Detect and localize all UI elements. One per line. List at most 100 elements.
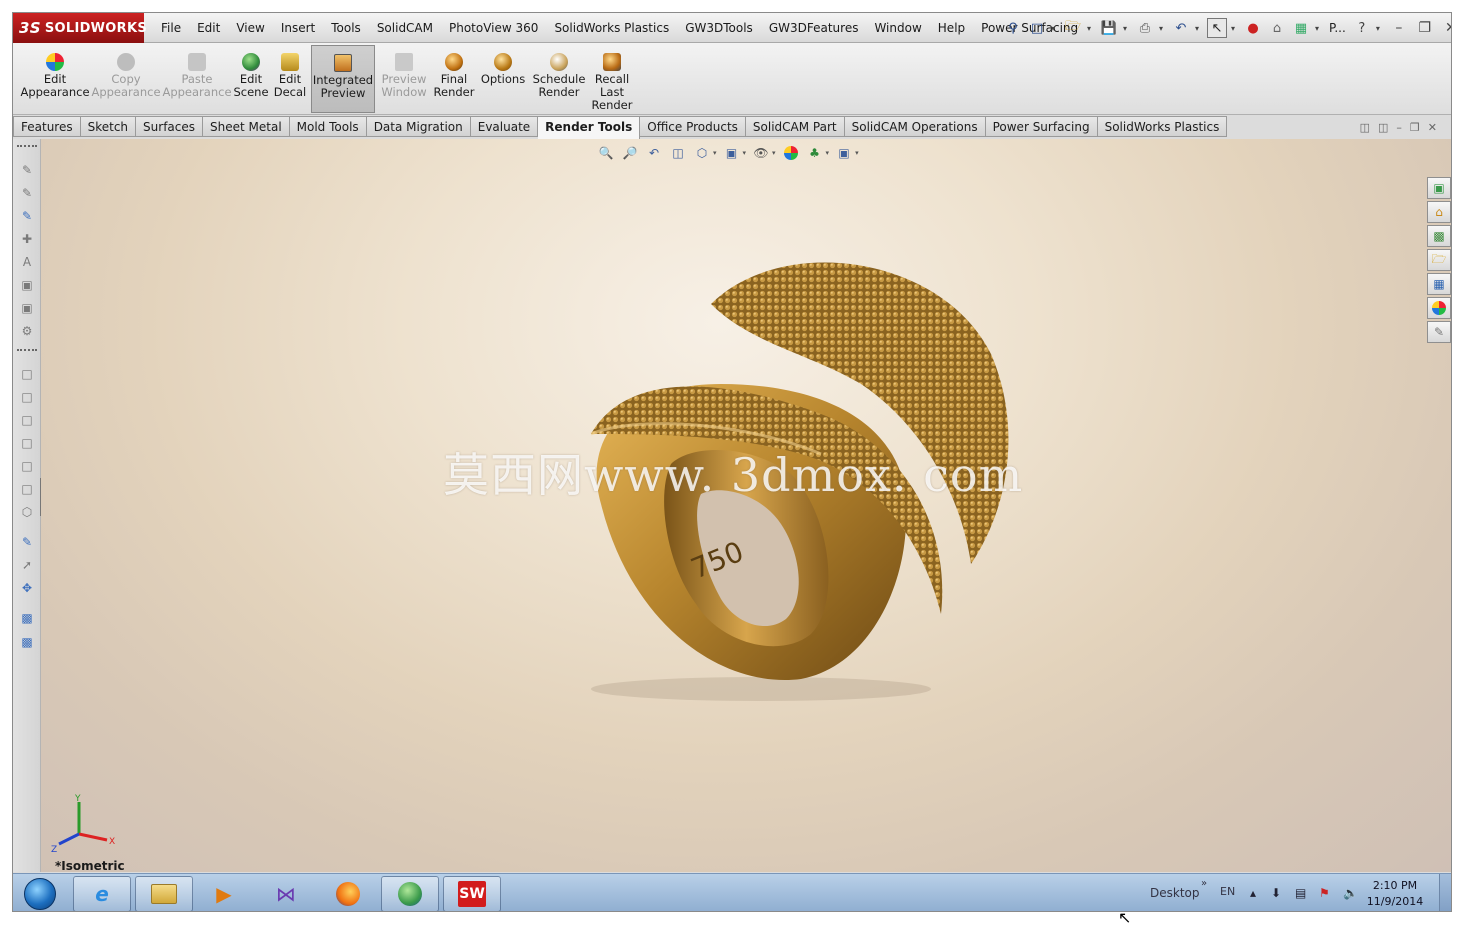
menu-file[interactable]: File <box>153 13 189 43</box>
home-icon[interactable]: ⌂ <box>1427 201 1451 223</box>
menu-edit[interactable]: Edit <box>189 13 228 43</box>
schedule-render-button[interactable]: Schedule Render <box>531 45 587 113</box>
tab-sheet-metal[interactable]: Sheet Metal <box>203 116 290 137</box>
tab-render-tools[interactable]: Render Tools <box>538 116 641 139</box>
solidworks-resources-icon[interactable]: ▣ <box>1427 177 1451 199</box>
open-folder-icon[interactable]: 🗁 <box>1063 18 1083 38</box>
start-button[interactable] <box>17 875 63 911</box>
print-icon[interactable]: ⎙ <box>1135 18 1155 38</box>
tab-solidworks-plastics[interactable]: SolidWorks Plastics <box>1097 116 1228 137</box>
edit-scene-button[interactable]: Edit Scene <box>233 45 269 113</box>
menu-gw3dtools[interactable]: GW3DTools <box>677 13 761 43</box>
view-top-icon[interactable]: □ <box>18 457 36 475</box>
view-palette-icon[interactable]: ▦ <box>1427 273 1451 295</box>
hide-show-items-icon[interactable]: 👁 <box>752 145 770 161</box>
select-arrow-icon[interactable]: ↖ <box>1207 18 1227 38</box>
menu-solidcam[interactable]: SolidCAM <box>369 13 441 43</box>
desktop-toolbar-label[interactable]: Desktop <box>1150 886 1200 900</box>
select-dropdown-icon[interactable]: ▾ <box>1231 24 1239 33</box>
appearances-scenes-icon[interactable] <box>1427 297 1451 319</box>
view-front-icon[interactable]: □ <box>18 365 36 383</box>
options-icon[interactable]: ▦ <box>1291 18 1311 38</box>
edit-decal-button[interactable]: Edit Decal <box>273 45 307 113</box>
tab-sketch[interactable]: Sketch <box>80 116 137 137</box>
tab-office-products[interactable]: Office Products <box>640 116 746 137</box>
smart-dimension-icon[interactable]: ➚ <box>18 556 36 574</box>
print-dropdown-icon[interactable]: ▾ <box>1159 24 1167 33</box>
sketch-pencil-icon[interactable]: ✎ <box>18 533 36 551</box>
menu-insert[interactable]: Insert <box>273 13 323 43</box>
previous-view-icon[interactable]: ↶ <box>645 145 663 161</box>
doc-close-icon[interactable]: ✕ <box>1428 121 1437 134</box>
menu-window[interactable]: Window <box>866 13 929 43</box>
tile-vertical-icon[interactable]: ◫ <box>1378 121 1388 134</box>
show-hidden-icons-icon[interactable]: ▴ <box>1250 886 1256 900</box>
file-explorer-icon[interactable] <box>135 876 193 911</box>
tab-features[interactable]: Features <box>13 116 81 137</box>
view-left-icon[interactable]: □ <box>18 411 36 429</box>
layer-two-icon[interactable]: ▩ <box>18 633 36 651</box>
view-isometric-icon[interactable]: ⬡ <box>18 503 36 521</box>
display-style-dropdown-icon[interactable]: ▾ <box>743 149 747 157</box>
rebuild-traffic-light-icon[interactable]: ● <box>1243 18 1263 38</box>
menu-tools[interactable]: Tools <box>323 13 369 43</box>
help-icon[interactable]: ? <box>1352 18 1372 38</box>
display-style-icon[interactable]: ▣ <box>723 145 741 161</box>
apply-scene-dropdown-icon[interactable]: ▾ <box>826 149 830 157</box>
sketch-relation-icon[interactable]: ⚙ <box>18 322 36 340</box>
options-button[interactable]: Options <box>480 45 526 113</box>
new-document-icon[interactable]: □ <box>1027 18 1047 38</box>
doc-minimize-icon[interactable]: – <box>1396 121 1402 134</box>
tab-solidcam-part[interactable]: SolidCAM Part <box>745 116 845 137</box>
sketch-copy-icon[interactable]: ▣ <box>18 276 36 294</box>
view-right-icon[interactable]: □ <box>18 434 36 452</box>
pin-icon[interactable]: ⚲ <box>1003 18 1023 38</box>
view-back-icon[interactable]: □ <box>18 388 36 406</box>
help-dropdown-icon[interactable]: ▾ <box>1376 24 1384 33</box>
solidworks-logo[interactable]: 3S SOLIDWORKS <box>13 13 147 43</box>
sketch-tool-icon[interactable]: ✎ <box>18 161 36 179</box>
view-settings-dropdown-icon[interactable]: ▾ <box>855 149 859 157</box>
menu-solidworks-plastics[interactable]: SolidWorks Plastics <box>546 13 677 43</box>
download-tray-icon[interactable]: ⬇ <box>1271 886 1281 900</box>
sketch-picture-icon[interactable]: ✎ <box>18 207 36 225</box>
show-desktop-button[interactable] <box>1439 874 1451 911</box>
restore-icon[interactable]: ❐ <box>1414 20 1436 36</box>
tab-surfaces[interactable]: Surfaces <box>136 116 204 137</box>
tab-mold-tools[interactable]: Mold Tools <box>289 116 367 137</box>
undo-dropdown-icon[interactable]: ▾ <box>1195 24 1203 33</box>
minimize-icon[interactable]: – <box>1388 20 1410 36</box>
graphics-area[interactable]: 🔍 🔎 ↶ ◫ ⬡ ▾ ▣ ▾ 👁 ▾ ♣ ▾ ▣ ▾ 750 莫西网www. … <box>41 139 1451 872</box>
zoom-to-area-icon[interactable]: 🔎 <box>621 145 639 161</box>
design-library-icon[interactable]: ▩ <box>1427 225 1451 247</box>
tab-power-surfacing[interactable]: Power Surfacing <box>985 116 1098 137</box>
firefox-icon[interactable] <box>319 876 377 911</box>
recall-last-render-button[interactable]: Recall Last Render <box>591 45 633 113</box>
view-bottom-icon[interactable]: □ <box>18 480 36 498</box>
paste-appearance-button[interactable]: Paste Appearance <box>162 45 232 113</box>
zoom-to-fit-icon[interactable]: 🔍 <box>597 145 615 161</box>
toolbar-chevron-icon[interactable]: » <box>1201 878 1207 889</box>
tab-data-migration[interactable]: Data Migration <box>366 116 471 137</box>
menu-help[interactable]: Help <box>930 13 973 43</box>
globe-icon[interactable] <box>381 876 439 911</box>
sketch-fit-icon[interactable]: ▣ <box>18 299 36 317</box>
action-center-icon[interactable]: ⚑ <box>1319 886 1330 900</box>
view-orientation-dropdown-icon[interactable]: ▾ <box>713 149 717 157</box>
integrated-preview-button[interactable]: Integrated Preview <box>311 45 375 113</box>
menu-gw3dfeatures[interactable]: GW3DFeatures <box>761 13 867 43</box>
sketch-text-icon[interactable]: A <box>18 253 36 271</box>
new-dropdown-icon[interactable]: ▾ <box>1051 24 1059 33</box>
final-render-button[interactable]: Final Render <box>433 45 475 113</box>
menu-view[interactable]: View <box>228 13 272 43</box>
preview-window-button[interactable]: Preview Window <box>379 45 429 113</box>
section-view-icon[interactable]: ◫ <box>669 145 687 161</box>
doc-restore-icon[interactable]: ❐ <box>1410 121 1420 134</box>
copy-appearance-button[interactable]: Copy Appearance <box>91 45 161 113</box>
media-player-icon[interactable]: ▶ <box>195 876 253 911</box>
sketch-edit-icon[interactable]: ✎ <box>18 184 36 202</box>
view-orientation-icon[interactable]: ⬡ <box>693 145 711 161</box>
close-icon[interactable]: ✕ <box>1440 20 1451 36</box>
tab-evaluate[interactable]: Evaluate <box>470 116 539 137</box>
move-entities-icon[interactable]: ✥ <box>18 579 36 597</box>
